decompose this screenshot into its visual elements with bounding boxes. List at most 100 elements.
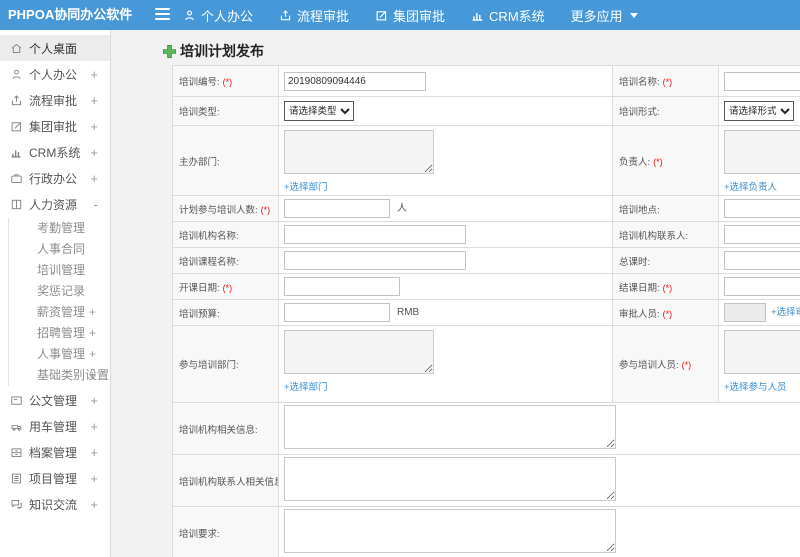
approver-input[interactable] bbox=[724, 303, 766, 322]
course-name-input[interactable] bbox=[284, 251, 466, 270]
sidebar-item-crm[interactable]: CRM系统 + bbox=[0, 139, 110, 165]
select-join-dept-link[interactable]: +选择部门 bbox=[284, 379, 612, 393]
sidebar-item-archive-mgmt[interactable]: 档案管理 + bbox=[0, 439, 110, 465]
join-people-textarea[interactable] bbox=[724, 330, 800, 374]
join-dept-textarea[interactable] bbox=[284, 330, 434, 374]
org-contact-label: 培训机构联系人: bbox=[612, 221, 719, 248]
bar-chart-icon bbox=[472, 12, 483, 21]
org-name-label: 培训机构名称: bbox=[172, 221, 279, 248]
app-window: PHPOA协同办公软件 个人办公 流程审批 集团审批 CRM系统 更多应用 个人… bbox=[0, 0, 800, 557]
archive-icon bbox=[11, 447, 22, 457]
sidebar-subitem-training[interactable]: 培训管理 bbox=[9, 260, 110, 281]
bar-chart-icon bbox=[11, 149, 21, 158]
nav-group-approval[interactable]: 集团审批 bbox=[375, 6, 445, 25]
sidebar-subitem-hr-contract[interactable]: 人事合同 bbox=[9, 239, 110, 260]
sidebar-subitem-personnel[interactable]: 人事管理 + bbox=[9, 344, 110, 365]
end-date-input[interactable] bbox=[724, 277, 800, 296]
sidebar-subitem-attendance[interactable]: 考勤管理 bbox=[9, 218, 110, 239]
requirement-textarea[interactable] bbox=[284, 509, 616, 553]
total-hours-label: 总课时: bbox=[612, 247, 719, 274]
sidebar-item-process-approval[interactable]: 流程审批 + bbox=[0, 87, 110, 113]
budget-input[interactable] bbox=[284, 303, 390, 322]
select-approver-link[interactable]: +选择审批人员 bbox=[771, 307, 800, 318]
org-contact-info-textarea[interactable] bbox=[284, 457, 616, 501]
join-people-label: 参与培训人员: (*) bbox=[612, 325, 719, 403]
app-logo: PHPOA协同办公软件 bbox=[8, 7, 133, 22]
sidebar-item-personal-desktop[interactable]: 个人桌面 bbox=[0, 35, 110, 61]
top-header: PHPOA协同办公软件 个人办公 流程审批 集团审批 CRM系统 更多应用 bbox=[0, 0, 800, 30]
upload-icon bbox=[280, 9, 291, 20]
location-label: 培训地点: bbox=[612, 195, 719, 222]
person-icon bbox=[12, 69, 21, 79]
training-type-select[interactable]: 请选择类型 bbox=[284, 101, 354, 121]
edit-square-icon bbox=[11, 121, 22, 131]
hr-submenu: 考勤管理 人事合同 培训管理 奖惩记录 薪资管理 + 招聘管理 + 人事管理 + 基础… bbox=[8, 218, 110, 386]
sidebar-item-admin-office[interactable]: 行政办公 + bbox=[0, 165, 110, 191]
planned-count-input[interactable] bbox=[284, 199, 390, 218]
training-name-label: 培训名称: (*) bbox=[612, 65, 719, 97]
sidebar: 个人桌面 个人办公 + 流程审批 + 集团审批 + CRM系统 + 行政办公 + 人力资源… bbox=[0, 30, 111, 557]
sidebar-subitem-recruit[interactable]: 招聘管理 + bbox=[9, 323, 110, 344]
select-leader-link[interactable]: +选择负责人 bbox=[724, 179, 800, 193]
org-contact-info-label: 培训机构联系人相关信息: bbox=[172, 454, 279, 507]
nav-more-apps[interactable]: 更多应用 bbox=[571, 6, 638, 25]
briefcase-icon bbox=[11, 173, 22, 183]
nav-process-approval[interactable]: 流程审批 bbox=[279, 6, 349, 25]
page-title: 培训计划发布 bbox=[162, 42, 800, 60]
budget-label: 培训预算: bbox=[172, 299, 279, 326]
caret-down-icon bbox=[629, 12, 638, 18]
upload-icon bbox=[11, 94, 22, 105]
leader-label: 负责人: (*) bbox=[612, 125, 719, 196]
menu-toggle-icon[interactable] bbox=[155, 8, 170, 22]
training-mode-label: 培训形式: bbox=[612, 96, 719, 126]
org-contact-input[interactable] bbox=[724, 225, 800, 244]
car-icon bbox=[11, 424, 22, 431]
join-dept-label: 参与培训部门: bbox=[172, 325, 279, 403]
training-plan-form: 培训编号:(*) 培训名称:(*) 培训类型: 请选择类型 培训形式: 请选择形… bbox=[172, 65, 800, 557]
training-mode-select[interactable]: 请选择形式 bbox=[724, 101, 794, 121]
training-number-input[interactable] bbox=[284, 71, 426, 91]
total-hours-input[interactable] bbox=[724, 251, 800, 270]
select-dept-link[interactable]: +选择部门 bbox=[284, 179, 612, 193]
home-icon bbox=[11, 43, 22, 53]
approver-label: 审批人员: (*) bbox=[612, 299, 719, 326]
chat-icon bbox=[11, 499, 22, 510]
host-dept-label: 主办部门: bbox=[172, 125, 279, 196]
nav-crm-system[interactable]: CRM系统 bbox=[471, 6, 545, 25]
book-icon bbox=[11, 199, 22, 209]
sidebar-item-hr[interactable]: 人力资源 - bbox=[0, 191, 110, 217]
person-icon bbox=[185, 10, 194, 20]
clipboard-icon bbox=[11, 473, 22, 483]
training-type-label: 培训类型: bbox=[172, 96, 279, 126]
host-dept-textarea[interactable] bbox=[284, 130, 434, 174]
start-date-input[interactable] bbox=[284, 277, 400, 296]
requirement-label: 培训要求: bbox=[172, 506, 279, 557]
document-icon bbox=[11, 395, 22, 405]
sidebar-item-project-mgmt[interactable]: 项目管理 + bbox=[0, 465, 110, 491]
sidebar-subitem-salary[interactable]: 薪资管理 + bbox=[9, 302, 110, 323]
course-name-label: 培训课程名称: bbox=[172, 247, 279, 274]
end-date-label: 结课日期: (*) bbox=[612, 273, 719, 300]
nav-personal-office[interactable]: 个人办公 bbox=[183, 6, 253, 25]
sidebar-subitem-reward-record[interactable]: 奖惩记录 bbox=[9, 281, 110, 302]
sidebar-item-vehicle-mgmt[interactable]: 用车管理 + bbox=[0, 413, 110, 439]
main-content: 培训计划发布 培训编号:(*) 培训名称:(*) 培训类型: 请选择 bbox=[111, 30, 800, 557]
leader-textarea[interactable] bbox=[724, 130, 800, 174]
sidebar-item-document-mgmt[interactable]: 公文管理 + bbox=[0, 387, 110, 413]
org-info-textarea[interactable] bbox=[284, 405, 616, 449]
sidebar-item-knowledge-exchange[interactable]: 知识交流 + bbox=[0, 491, 110, 517]
training-name-input[interactable] bbox=[724, 71, 800, 91]
edit-square-icon bbox=[376, 10, 387, 20]
select-join-people-link[interactable]: +选择参与人员 bbox=[724, 379, 800, 393]
sidebar-item-personal-office[interactable]: 个人办公 + bbox=[0, 61, 110, 87]
sidebar-subitem-base-category[interactable]: 基础类别设置 + bbox=[9, 365, 110, 386]
start-date-label: 开课日期: (*) bbox=[172, 273, 279, 300]
org-info-label: 培训机构相关信息: bbox=[172, 402, 279, 455]
location-input[interactable] bbox=[724, 199, 800, 218]
training-number-label: 培训编号: (*) bbox=[172, 65, 279, 97]
org-name-input[interactable] bbox=[284, 225, 466, 244]
top-nav: 个人办公 流程审批 集团审批 CRM系统 更多应用 bbox=[183, 0, 638, 30]
planned-count-label: 计划参与培训人数: (*) bbox=[172, 195, 279, 222]
plus-icon bbox=[162, 44, 177, 58]
sidebar-item-group-approval[interactable]: 集团审批 + bbox=[0, 113, 110, 139]
